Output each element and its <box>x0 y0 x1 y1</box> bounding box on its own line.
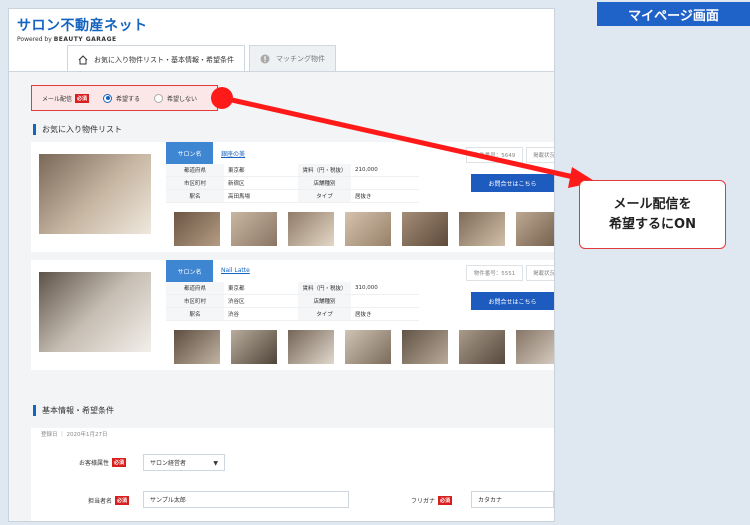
annotation-arrow <box>211 87 596 188</box>
callout-line-1: メール配信を <box>613 196 692 212</box>
callout-line-2: 希望するにON <box>609 216 696 232</box>
callout-box: メール配信を 希望するにON <box>579 180 726 249</box>
